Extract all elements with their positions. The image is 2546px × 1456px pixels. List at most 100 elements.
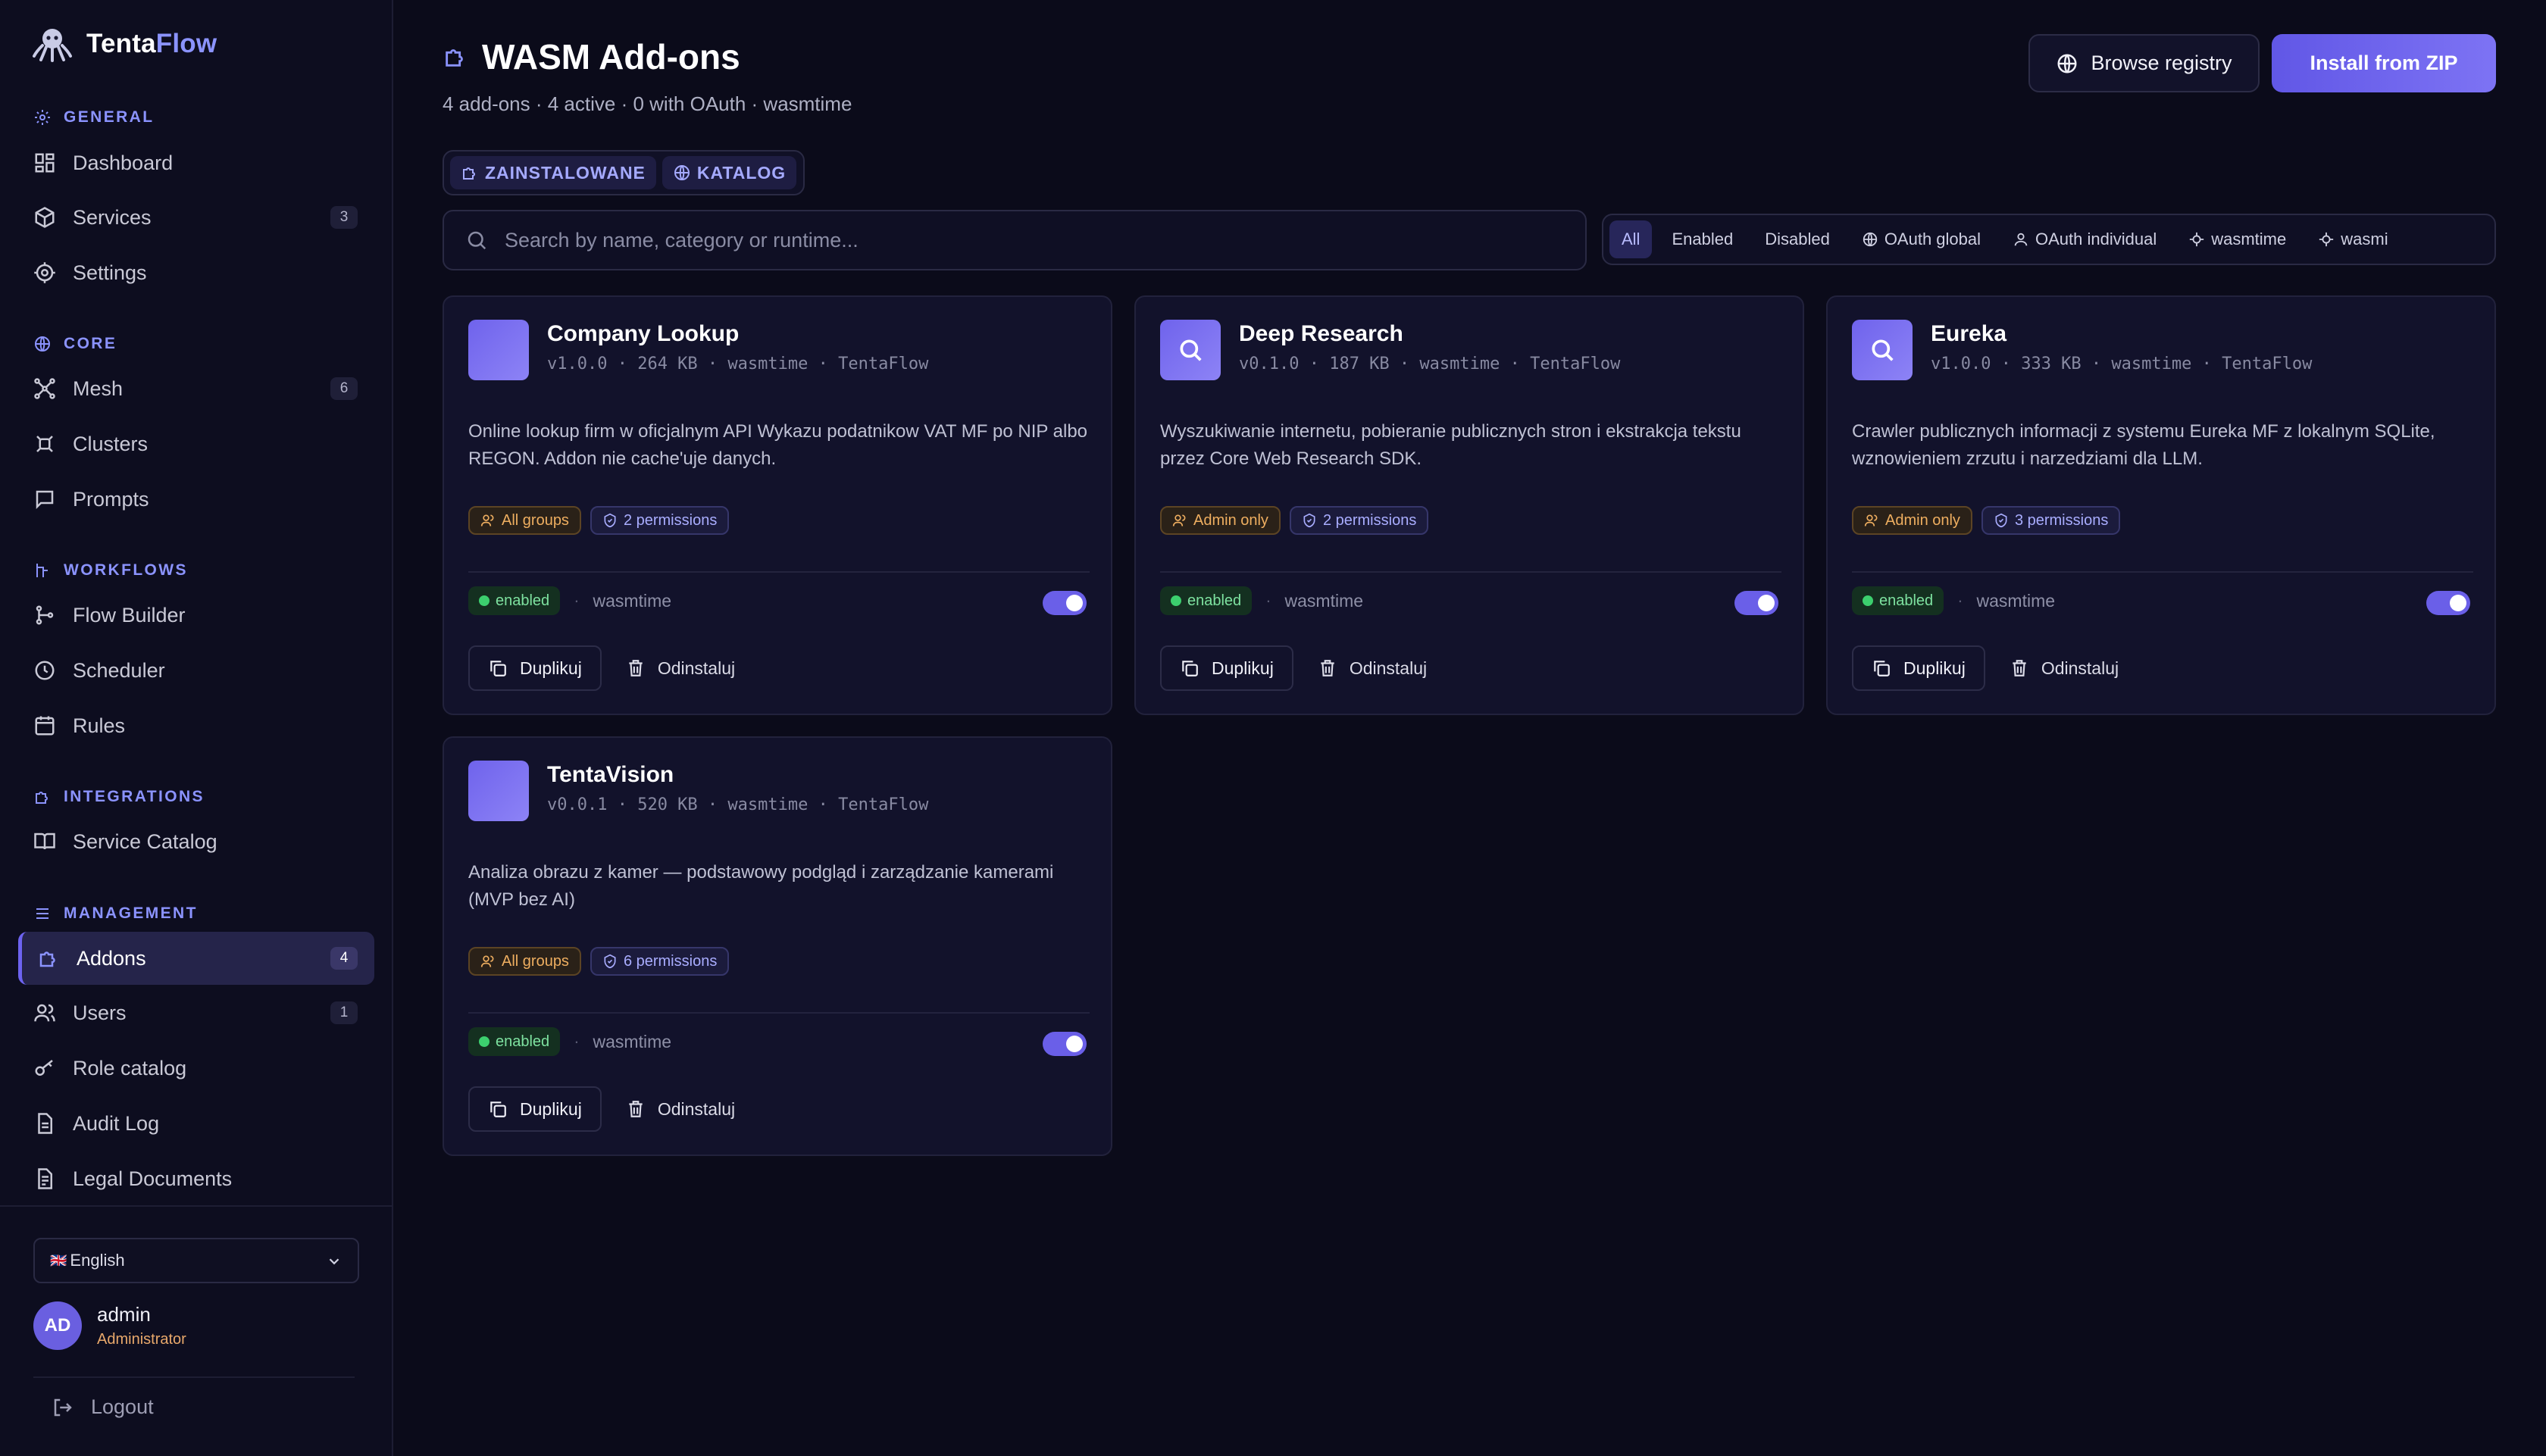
users-icon bbox=[480, 514, 494, 526]
mesh-count-badge: 6 bbox=[330, 377, 358, 400]
uninstall-button[interactable]: Odinstaluj bbox=[611, 1086, 750, 1132]
sidebar-item-audit-log[interactable]: Audit Log bbox=[18, 1097, 374, 1150]
puzzle-icon bbox=[446, 49, 463, 67]
flag-icon: 🇬🇧 bbox=[50, 1252, 67, 1268]
sidebar-item-flow-builder[interactable]: Flow Builder bbox=[18, 589, 374, 642]
permissions-badge: 2 permissions bbox=[590, 506, 730, 535]
permissions-badge: 6 permissions bbox=[590, 947, 730, 976]
addon-description: Crawler publicznych informacji z systemu… bbox=[1852, 421, 2435, 469]
addon-card-deep-research: Deep Research v0.1.0 · 187 KB · wasmtime… bbox=[1134, 295, 1804, 715]
copy-icon bbox=[490, 1101, 506, 1117]
enable-toggle[interactable] bbox=[1043, 1032, 1087, 1056]
runtime-label: wasmtime bbox=[593, 1031, 672, 1051]
users-icon bbox=[480, 955, 494, 967]
duplicate-button[interactable]: Duplikuj bbox=[468, 645, 602, 691]
tab-catalog[interactable]: KATALOG bbox=[662, 156, 797, 189]
separator: · bbox=[1957, 591, 1963, 610]
filter-wasmi[interactable]: wasmi bbox=[2306, 220, 2400, 258]
user-name: admin bbox=[97, 1303, 151, 1326]
sidebar-item-role-catalog[interactable]: Role catalog bbox=[18, 1042, 374, 1095]
sidebar-item-legal-documents[interactable]: Legal Documents bbox=[18, 1152, 374, 1205]
browse-registry-button[interactable]: Browse registry bbox=[2028, 34, 2260, 92]
addon-description: Wyszukiwanie internetu, pobieranie publi… bbox=[1160, 421, 1741, 469]
sidebar-item-addons[interactable]: Addons 4 bbox=[18, 932, 374, 985]
addons-count-badge: 4 bbox=[330, 947, 358, 970]
octopus-logo-icon bbox=[33, 29, 72, 62]
sidebar-item-scheduler[interactable]: Scheduler bbox=[18, 644, 374, 697]
sidebar-item-prompts[interactable]: Prompts bbox=[18, 473, 374, 526]
section-integrations: INTEGRATIONS bbox=[33, 788, 205, 806]
filter-all[interactable]: All bbox=[1609, 220, 1653, 258]
addon-card-tentavision: TentaVision v0.0.1 · 520 KB · wasmtime ·… bbox=[443, 736, 1112, 1156]
key-icon bbox=[35, 1060, 53, 1076]
menu-icon bbox=[36, 908, 48, 919]
logout-button[interactable]: Logout bbox=[52, 1395, 154, 1419]
filter-oauth-individual[interactable]: OAuth individual bbox=[2000, 220, 2169, 258]
language-label: English bbox=[70, 1251, 125, 1270]
filter-oauth-global[interactable]: OAuth global bbox=[1850, 220, 1993, 258]
chip-icon bbox=[2319, 232, 2334, 247]
search-input[interactable] bbox=[505, 228, 1550, 252]
book-icon bbox=[34, 833, 55, 850]
language-select[interactable]: 🇬🇧 English bbox=[33, 1238, 359, 1283]
addon-icon bbox=[468, 320, 529, 380]
addon-icon bbox=[1852, 320, 1913, 380]
copy-icon bbox=[1182, 661, 1198, 676]
globe-icon bbox=[1863, 232, 1877, 247]
card-divider bbox=[468, 571, 1090, 573]
enable-toggle[interactable] bbox=[1734, 591, 1778, 615]
addon-icon bbox=[1160, 320, 1221, 380]
sidebar-item-services[interactable]: Services 3 bbox=[18, 191, 374, 244]
sidebar-item-dashboard[interactable]: Dashboard bbox=[18, 136, 374, 189]
sidebar-divider bbox=[0, 1205, 393, 1207]
trash-icon bbox=[629, 660, 643, 676]
enable-toggle[interactable] bbox=[1043, 591, 1087, 615]
toggle-knob bbox=[1066, 595, 1083, 611]
addon-meta: v1.0.0 · 264 KB · wasmtime · TentaFlow bbox=[547, 355, 929, 373]
access-badge: All groups bbox=[468, 506, 581, 535]
section-workflows: WORKFLOWS bbox=[33, 561, 188, 580]
search-icon bbox=[1872, 339, 1894, 361]
sidebar-item-settings[interactable]: Settings bbox=[18, 246, 374, 299]
permissions-badge: 3 permissions bbox=[1981, 506, 2121, 535]
duplicate-button[interactable]: Duplikuj bbox=[1160, 645, 1293, 691]
uninstall-button[interactable]: Odinstaluj bbox=[611, 645, 750, 691]
filter-enabled[interactable]: Enabled bbox=[1659, 220, 1745, 258]
clock-icon bbox=[35, 661, 55, 680]
file-text-icon bbox=[38, 1113, 52, 1134]
filter-bar: All Enabled Disabled OAuth global OAuth … bbox=[1602, 214, 2496, 265]
uninstall-button[interactable]: Odinstaluj bbox=[1994, 645, 2134, 691]
permissions-badge: 2 permissions bbox=[1289, 506, 1429, 535]
addon-meta: v1.0.0 · 333 KB · wasmtime · TentaFlow bbox=[1931, 355, 2313, 373]
mesh-icon bbox=[34, 378, 55, 399]
sidebar-item-mesh[interactable]: Mesh 6 bbox=[18, 362, 374, 415]
filter-wasmtime[interactable]: wasmtime bbox=[2176, 220, 2298, 258]
user-profile[interactable]: AD admin Administrator bbox=[33, 1301, 186, 1350]
uninstall-button[interactable]: Odinstaluj bbox=[1303, 645, 1442, 691]
filter-disabled[interactable]: Disabled bbox=[1753, 220, 1842, 258]
box-icon bbox=[35, 207, 55, 228]
user-role: Administrator bbox=[97, 1331, 186, 1348]
document-icon bbox=[38, 1168, 52, 1189]
addon-name: Deep Research bbox=[1239, 321, 1403, 346]
shield-icon bbox=[1303, 513, 1315, 528]
sidebar-item-clusters[interactable]: Clusters bbox=[18, 417, 374, 470]
dashboard-icon bbox=[35, 153, 55, 173]
sidebar-item-users[interactable]: Users 1 bbox=[18, 986, 374, 1039]
enable-toggle[interactable] bbox=[2426, 591, 2470, 615]
page-title: WASM Add-ons bbox=[443, 36, 740, 77]
puzzle-icon bbox=[36, 792, 48, 804]
tab-installed[interactable]: ZAINSTALOWANE bbox=[450, 156, 656, 189]
install-from-zip-button[interactable]: Install from ZIP bbox=[2272, 34, 2496, 92]
toggle-knob bbox=[1758, 595, 1775, 611]
duplicate-button[interactable]: Duplikuj bbox=[468, 1086, 602, 1132]
workflow-icon bbox=[36, 564, 48, 577]
separator: · bbox=[574, 1032, 580, 1051]
sidebar-item-service-catalog[interactable]: Service Catalog bbox=[18, 815, 374, 868]
status-dot bbox=[479, 595, 489, 606]
brand[interactable]: TentaFlow bbox=[32, 26, 217, 62]
duplicate-button[interactable]: Duplikuj bbox=[1852, 645, 1985, 691]
globe-icon bbox=[2057, 54, 2077, 73]
runtime-label: wasmtime bbox=[1976, 590, 2056, 611]
sidebar-item-rules[interactable]: Rules bbox=[18, 699, 374, 752]
